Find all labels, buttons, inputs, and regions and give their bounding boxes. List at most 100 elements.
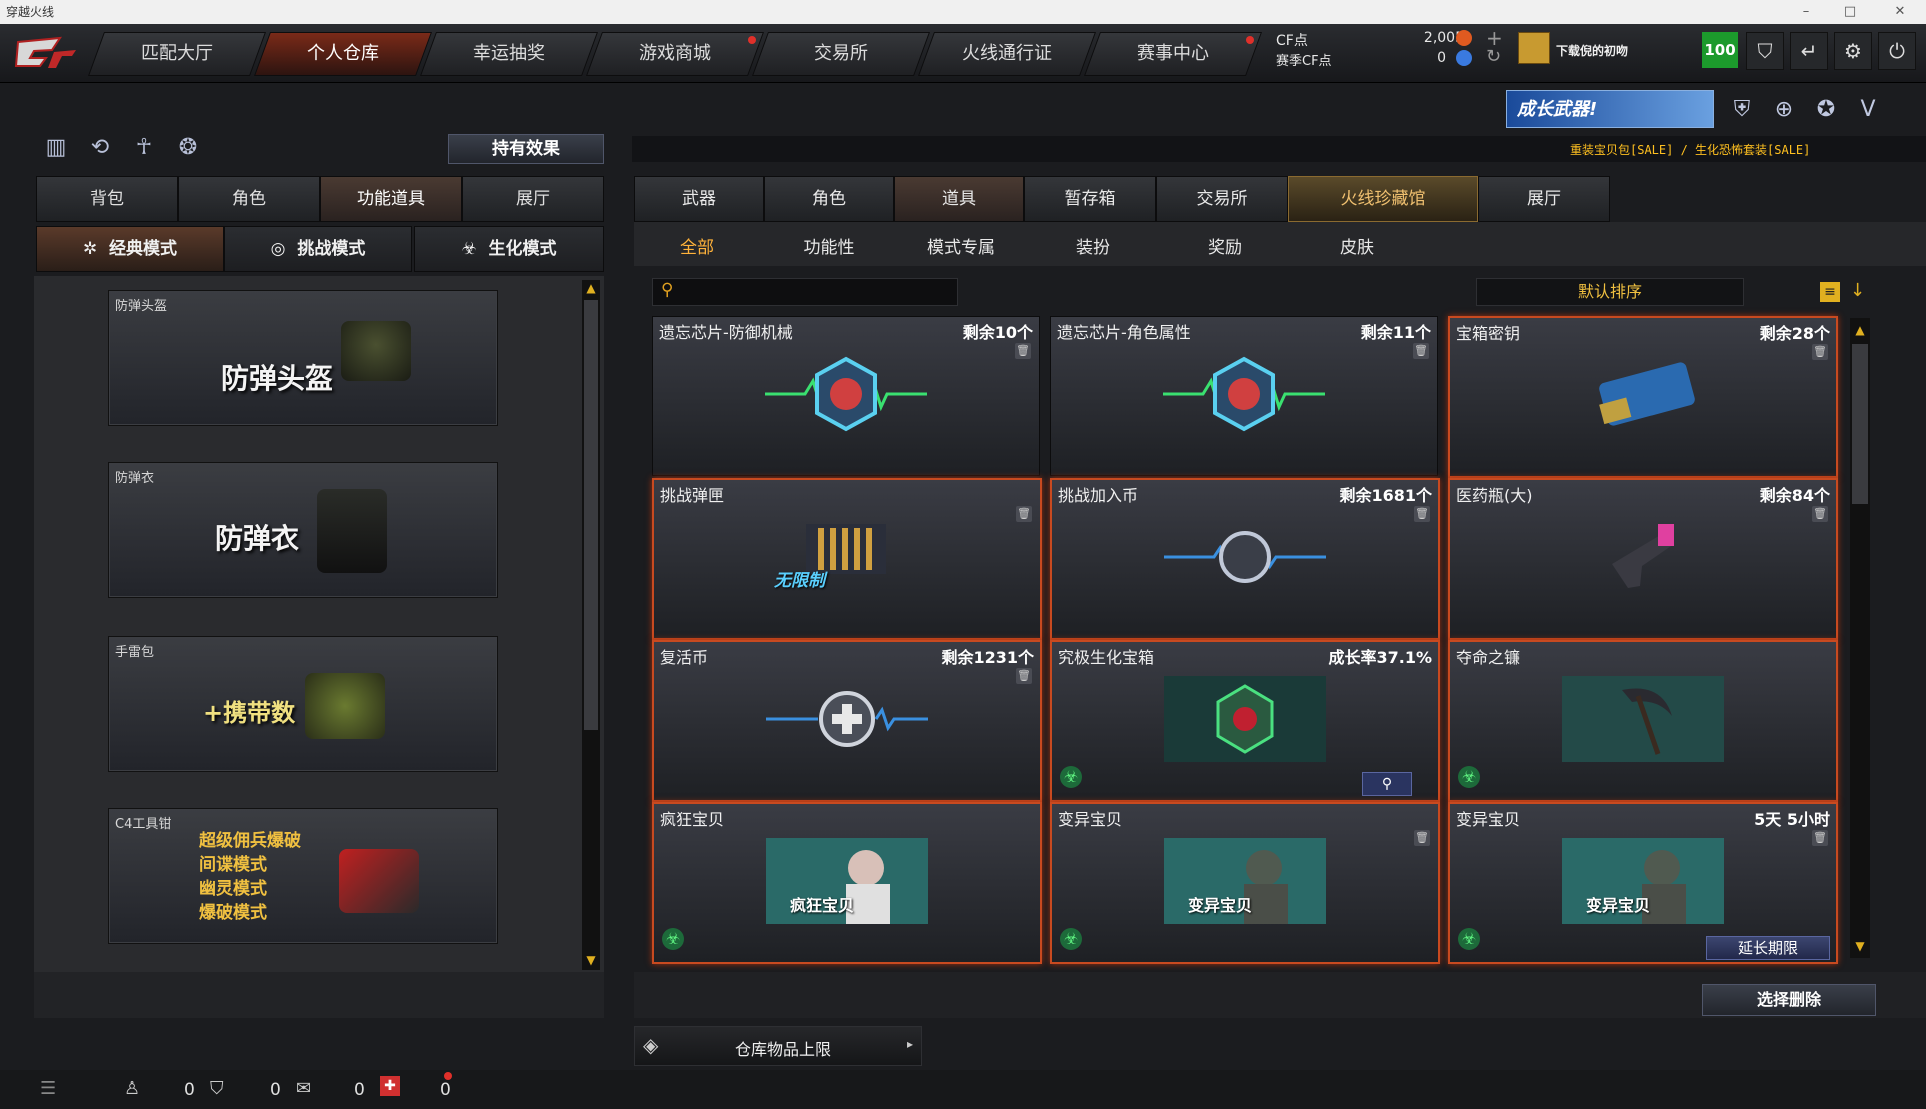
globe-icon[interactable]: ⊕ xyxy=(1770,96,1798,124)
nav-tab-battle-pass[interactable]: 火线通行证 xyxy=(917,32,1097,76)
left-tab-character[interactable]: 角色 xyxy=(178,176,320,222)
chat-icon[interactable]: ✉ xyxy=(296,1078,311,1099)
minimize-button[interactable]: – xyxy=(1786,0,1826,24)
item-card[interactable]: 变异宝贝 5天 5小时 🗑 变异宝贝 ☣ 延长期限 xyxy=(1448,802,1838,964)
left-scroll-up[interactable]: ▲ xyxy=(583,280,599,296)
right-tab-showroom[interactable]: 展厅 xyxy=(1478,176,1610,222)
right-tab-temp-box[interactable]: 暂存箱 xyxy=(1024,176,1156,222)
slot-helmet[interactable]: 防弹头盔 防弹头盔 xyxy=(108,290,498,426)
exit-icon[interactable]: ↵ xyxy=(1790,32,1828,70)
subtab-skins[interactable]: 皮肤 xyxy=(1312,232,1402,264)
subtab-all[interactable]: 全部 xyxy=(652,232,742,264)
slot-vest[interactable]: 防弹衣 防弹衣 xyxy=(108,462,498,598)
title-bar: 穿越火线 – □ ✕ xyxy=(0,0,1926,24)
nav-tab-match-hall[interactable]: 匹配大厅 xyxy=(87,32,267,76)
maximize-button[interactable]: □ xyxy=(1830,0,1870,24)
gift-icon[interactable]: ✚ xyxy=(380,1076,400,1096)
username: 下载倪的初吻 xyxy=(1556,44,1629,58)
slot-grenade-pack[interactable]: 手雷包 +携带数 xyxy=(108,636,498,772)
badge-icon[interactable]: ⛨ xyxy=(1728,96,1756,124)
subtab-mode-exclusive[interactable]: 模式专属 xyxy=(916,232,1006,264)
shield-icon[interactable]: ⛉ xyxy=(1746,32,1784,70)
rank-badge-icon xyxy=(1518,32,1550,64)
menu-icon[interactable]: ☰ xyxy=(40,1078,56,1099)
item-card[interactable]: 疯狂宝贝 疯狂宝贝 ☣ xyxy=(652,802,1042,964)
sort-direction-icon[interactable]: ↓ xyxy=(1850,280,1865,301)
mode-challenge[interactable]: ◎ 挑战模式 xyxy=(224,226,412,272)
sort-dropdown[interactable]: 默认排序 xyxy=(1476,278,1744,306)
trash-icon[interactable]: 🗑 xyxy=(1812,344,1828,360)
preview-icon[interactable]: ⚲ xyxy=(1362,772,1412,796)
mall-notification-dot xyxy=(748,36,756,44)
item-card[interactable]: 遗忘芯片-防御机械 剩余10个 🗑 xyxy=(652,316,1040,476)
item-card[interactable]: 夺命之镰 ☣ xyxy=(1448,640,1838,802)
biohazard-icon: ☣ xyxy=(1458,928,1480,950)
mode-classic[interactable]: ✲ 经典模式 xyxy=(36,226,224,272)
sale-text[interactable]: 重装宝贝包[SALE] / 生化恐怖套装[SALE] xyxy=(1570,141,1810,158)
left-tab-showroom[interactable]: 展厅 xyxy=(462,176,604,222)
clan-icon[interactable]: ⛉ xyxy=(210,1078,224,1099)
history-icon[interactable]: ⟲ xyxy=(86,134,114,162)
nav-tab-personal-storage[interactable]: 个人仓库 xyxy=(253,32,433,76)
cf-logo[interactable] xyxy=(10,32,80,74)
c4-pliers-icon xyxy=(339,849,419,913)
item-card[interactable]: 究极生化宝箱 成长率37.1% ☣ ⚲ xyxy=(1050,640,1440,802)
right-scroll-down[interactable]: ▼ xyxy=(1852,938,1868,954)
right-scroll-thumb[interactable] xyxy=(1852,344,1868,504)
nav-tab-exchange[interactable]: 交易所 xyxy=(751,32,931,76)
nav-tab-event-center[interactable]: 赛事中心 xyxy=(1083,32,1263,76)
item-card[interactable]: 挑战加入币 剩余1681个 🗑 xyxy=(1050,478,1440,640)
trash-icon[interactable]: 🗑 xyxy=(1812,830,1828,846)
power-icon[interactable]: ⏻ xyxy=(1878,32,1916,70)
nav-tab-game-mall[interactable]: 游戏商城 xyxy=(585,32,765,76)
left-tab-function-items[interactable]: 功能道具 xyxy=(320,176,462,222)
grenade-icon[interactable]: ❂ xyxy=(174,134,202,162)
trash-icon[interactable]: 🗑 xyxy=(1413,343,1429,359)
trash-icon[interactable]: 🗑 xyxy=(1015,343,1031,359)
subtab-rewards[interactable]: 奖励 xyxy=(1180,232,1270,264)
item-card[interactable]: 遗忘芯片-角色属性 剩余11个 🗑 xyxy=(1050,316,1438,476)
slot-c4-pliers[interactable]: C4工具钳 超级佣兵爆破 间谍模式 幽灵模式 爆破模式 xyxy=(108,808,498,944)
subtab-costume[interactable]: 装扮 xyxy=(1048,232,1138,264)
friends-icon[interactable]: ♙ xyxy=(124,1078,140,1099)
growth-weapon-banner[interactable]: 成长武器! xyxy=(1506,90,1714,128)
trash-icon[interactable]: 🗑 xyxy=(1016,668,1032,684)
storage-limit-bar[interactable]: ◈ 仓库物品上限 ▸ xyxy=(634,1026,922,1066)
right-scroll-up[interactable]: ▲ xyxy=(1852,322,1868,338)
item-card[interactable]: 挑战弹匣 🗑 无限制 xyxy=(652,478,1042,640)
gear-icon[interactable]: ⚙ xyxy=(1834,32,1872,70)
list-view-icon[interactable]: ≡ xyxy=(1820,282,1840,302)
item-card[interactable]: 变异宝贝 🗑 变异宝贝 ☣ xyxy=(1050,802,1440,964)
biohazard-icon: ☣ xyxy=(1060,928,1082,950)
select-delete-button[interactable]: 选择删除 xyxy=(1702,984,1876,1016)
mode-zombie[interactable]: ☣ 生化模式 xyxy=(414,226,604,272)
extend-duration-button[interactable]: 延长期限 xyxy=(1706,936,1830,960)
stats-icon[interactable]: ▥ xyxy=(42,134,70,162)
nav-tab-lucky-draw[interactable]: 幸运抽奖 xyxy=(419,32,599,76)
right-tab-characters[interactable]: 角色 xyxy=(764,176,894,222)
right-tab-items[interactable]: 道具 xyxy=(894,176,1024,222)
subtab-functional[interactable]: 功能性 xyxy=(784,232,874,264)
trash-icon[interactable]: 🗑 xyxy=(1812,506,1828,522)
trash-icon[interactable]: 🗑 xyxy=(1414,506,1430,522)
right-tab-collection[interactable]: 火线珍藏馆 xyxy=(1288,176,1478,222)
effect-button[interactable]: 持有效果 xyxy=(448,134,604,164)
character-icon[interactable]: ☥ xyxy=(130,134,158,162)
item-card[interactable]: 医药瓶(大) 剩余84个 🗑 xyxy=(1448,478,1838,640)
trash-icon[interactable]: 🗑 xyxy=(1414,830,1430,846)
v-icon[interactable]: Ⅴ xyxy=(1854,96,1882,124)
search-input[interactable]: ⚲ xyxy=(652,278,958,306)
gift-notification-dot xyxy=(444,1072,452,1080)
refresh-icon[interactable]: ↻ xyxy=(1486,46,1501,67)
left-scroll-thumb[interactable] xyxy=(584,300,598,730)
key-card-icon xyxy=(1599,362,1695,426)
right-tab-weapons[interactable]: 武器 xyxy=(634,176,764,222)
left-scroll-down[interactable]: ▼ xyxy=(583,952,599,968)
item-card[interactable]: 复活币 剩余1231个 🗑 xyxy=(652,640,1042,802)
left-tab-backpack[interactable]: 背包 xyxy=(36,176,178,222)
item-card[interactable]: 宝箱密钥 剩余28个 🗑 xyxy=(1448,316,1838,478)
right-tab-exchange[interactable]: 交易所 xyxy=(1156,176,1288,222)
close-window-button[interactable]: ✕ xyxy=(1880,0,1920,24)
bell-icon[interactable]: ✪ xyxy=(1812,96,1840,124)
trash-icon[interactable]: 🗑 xyxy=(1016,506,1032,522)
